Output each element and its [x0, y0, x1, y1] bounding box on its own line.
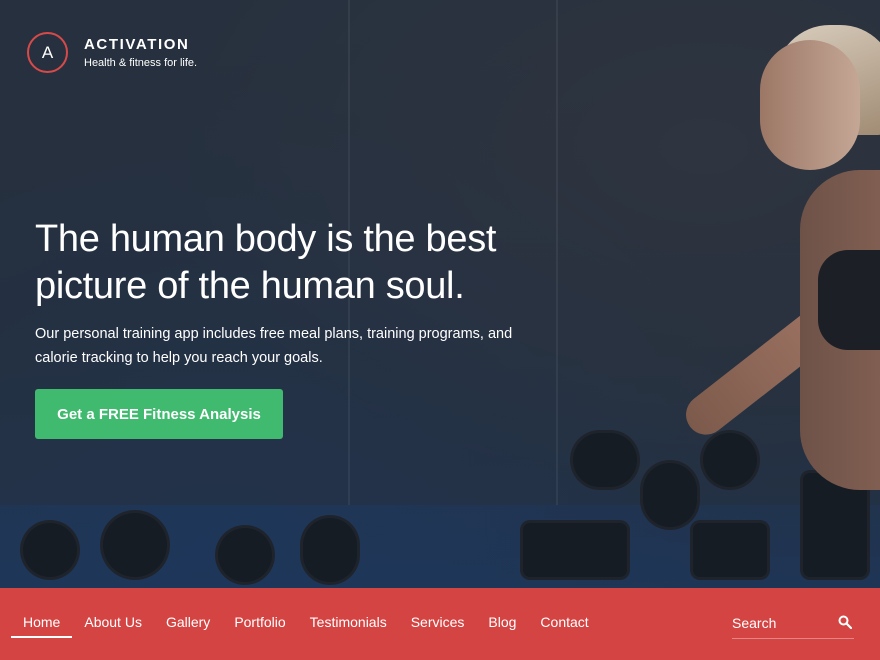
site-tagline: Health & fitness for life. [84, 57, 198, 69]
nav-item-testimonials[interactable]: Testimonials [298, 588, 399, 660]
logo-text: ACTIVATION Health & fitness for life. [84, 36, 197, 69]
hero-headline: The human body is the best picture of th… [35, 218, 497, 307]
nav-search [732, 608, 854, 639]
nav-item-portfolio[interactable]: Portfolio [222, 588, 297, 660]
dumbbell-shape [700, 430, 760, 490]
site-title: ACTIVATION [84, 36, 190, 53]
nav-item-blog[interactable]: Blog [476, 588, 528, 660]
site-logo[interactable]: A ACTIVATION Health & fitness for life. [27, 32, 197, 73]
dumbbell-shape [690, 520, 770, 580]
dumbbell-shape [300, 515, 360, 585]
logo-badge: A [27, 32, 68, 73]
dumbbell-shape [520, 520, 630, 580]
dumbbell-shape [570, 430, 640, 490]
nav-item-home[interactable]: Home [11, 588, 73, 660]
athlete-sports-top [818, 250, 880, 350]
landing-page: A ACTIVATION Health & fitness for life. … [0, 0, 880, 660]
dumbbell-shape [640, 460, 700, 530]
dumbbell-shape [100, 510, 170, 580]
nav-item-contact[interactable]: Contact [528, 588, 600, 660]
dumbbell-shape [215, 525, 275, 585]
search-input[interactable] [732, 612, 832, 634]
nav-item-about-us[interactable]: About Us [72, 588, 154, 660]
fitness-analysis-button[interactable]: Get a FREE Fitness Analysis [35, 389, 283, 439]
hero-subtext: Our personal training app includes free … [35, 326, 513, 366]
search-icon[interactable] [838, 615, 852, 629]
nav-item-services[interactable]: Services [399, 588, 477, 660]
athlete-head [760, 40, 860, 170]
nav-menu: Home About Us Gallery Portfolio Testimon… [11, 588, 601, 660]
nav-item-gallery[interactable]: Gallery [154, 588, 222, 660]
dumbbell-shape [20, 520, 80, 580]
